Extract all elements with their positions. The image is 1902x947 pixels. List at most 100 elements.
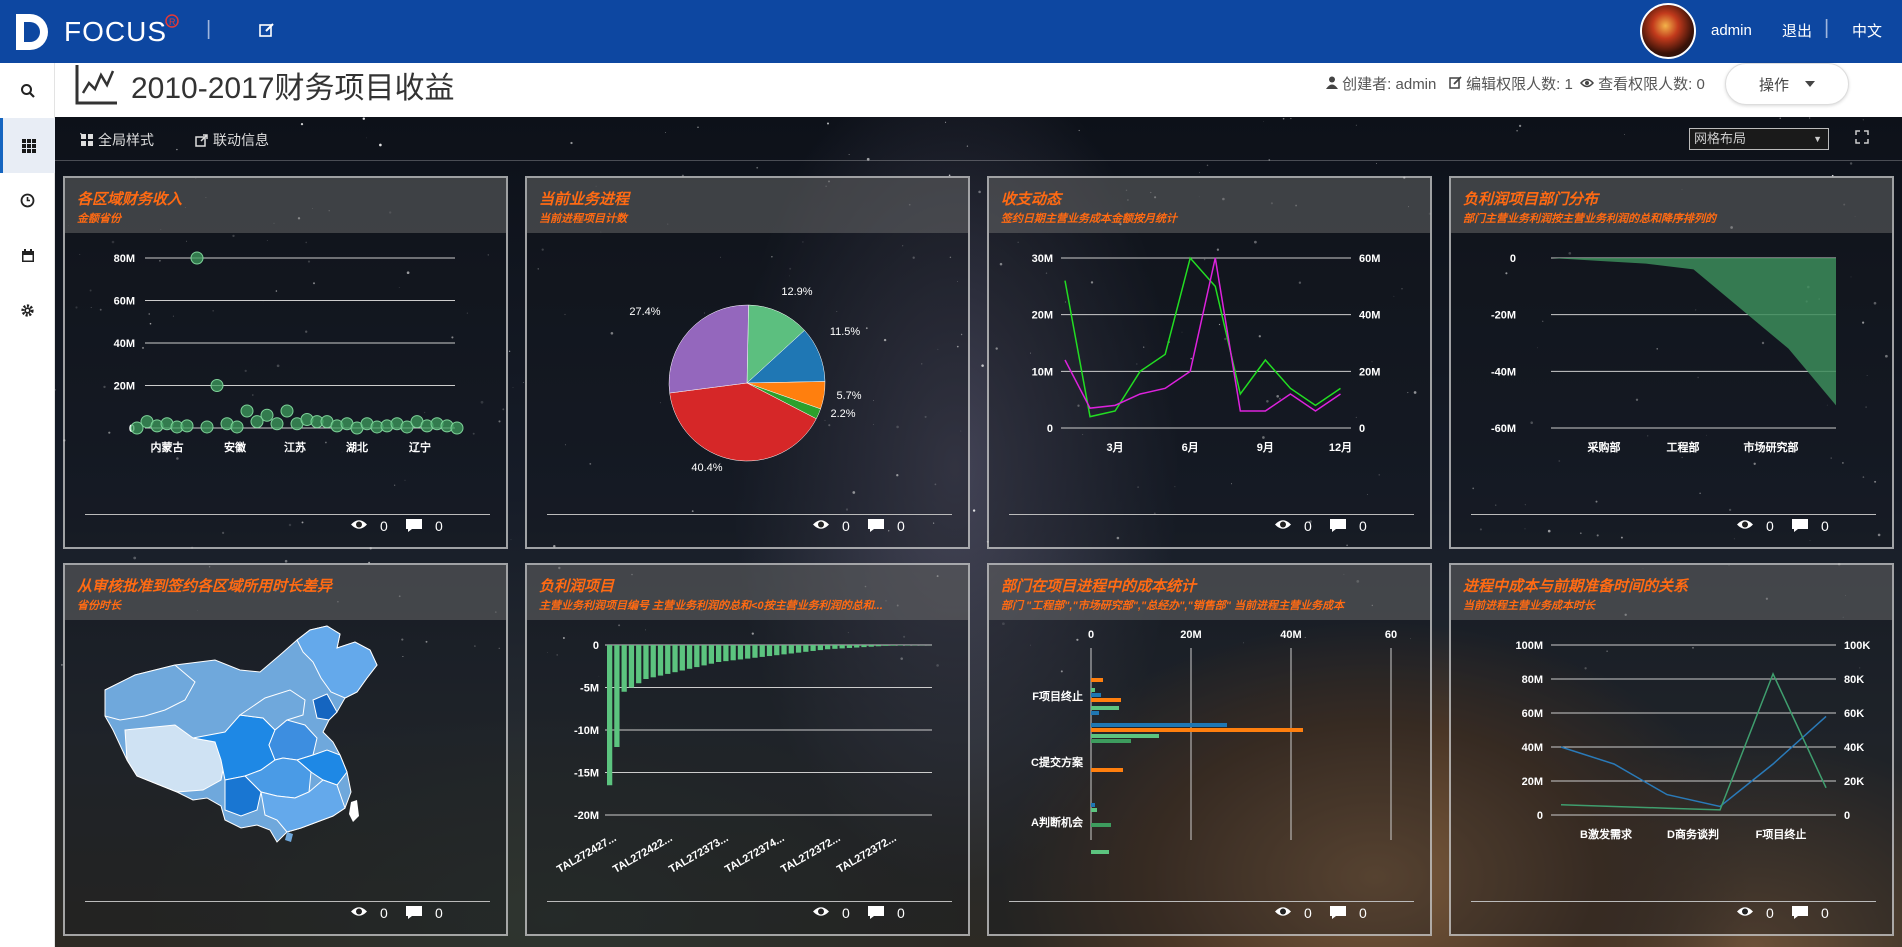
dropdown-arrow-icon: ▼ — [1813, 134, 1822, 144]
scatter-point — [190, 251, 204, 265]
user-icon — [1326, 76, 1338, 89]
comment-icon[interactable] — [405, 518, 423, 536]
comment-count: 0 — [1359, 905, 1367, 921]
card-business-progress[interactable]: 当前业务进程 当前进程项目计数 12.9% 11.5% 5.7% 2.2% 40.4% 2… — [525, 176, 970, 549]
card-regional-revenue[interactable]: 各区域财务收入 金额省份 020M40M60M80M内蒙古安徽江苏湖北辽宁 0 … — [63, 176, 508, 549]
card-region-duration-map[interactable]: 从审核批准到签约各区域所用时长差异 省份时长 0 0 — [63, 563, 508, 936]
grid-icon — [22, 138, 36, 153]
operations-button[interactable]: 操作 — [1725, 63, 1849, 105]
bar — [657, 645, 664, 676]
caret-down-icon — [1805, 81, 1815, 87]
bar — [897, 645, 903, 646]
y2-tick-label: 40M — [1359, 310, 1380, 322]
dual-axis-line-chart[interactable]: 0 0 20M 20K 40M 40K 60M 60K 80M 80K 100M 100K B激发需求 D… — [1451, 620, 1892, 900]
sidebar-item-calendar[interactable] — [0, 228, 55, 283]
china-map[interactable] — [65, 620, 506, 900]
fullscreen-icon[interactable] — [1855, 130, 1869, 149]
edit-icon[interactable] — [259, 22, 275, 43]
star — [1206, 164, 1209, 167]
y-tick-label: 80M — [1522, 674, 1543, 686]
top-navigation-bar: FOCUS R | admin 退出 | 中文 — [0, 0, 1902, 63]
view-count: 0 — [1304, 905, 1312, 921]
y-tick-label: -10M — [574, 725, 599, 737]
comment-icon[interactable] — [867, 905, 885, 923]
bar — [1091, 850, 1109, 854]
link-info-button[interactable]: 联动信息 — [195, 130, 269, 150]
gear-icon — [21, 304, 34, 317]
y-tick-label: 80M — [114, 253, 135, 265]
scatter-point — [200, 420, 214, 434]
y2-tick-label: 0 — [1844, 810, 1850, 822]
edit-icon — [1449, 76, 1462, 89]
card-cost-vs-prep-time[interactable]: 进程中成本与前期准备时间的关系 当前进程主营业务成本时长 0 0 20M 20K 40M… — [1449, 563, 1894, 936]
comment-icon[interactable] — [1791, 905, 1809, 923]
y-tick-label: 40M — [114, 338, 135, 350]
comment-icon[interactable] — [1329, 905, 1347, 923]
x-tick-label: 湖北 — [346, 440, 368, 454]
series-line — [1560, 715, 1827, 808]
search-icon — [20, 83, 35, 98]
bar — [846, 645, 853, 648]
card-department-cost[interactable]: 部门在项目进程中的成本统计 部门 "工程部","市场研究部","总经办","销售… — [987, 563, 1432, 936]
y-tick-label: F项目终止 — [1032, 689, 1083, 703]
bar — [679, 645, 685, 671]
sidebar-item-dashboard[interactable] — [0, 118, 55, 173]
pie-chart[interactable]: 12.9% 11.5% 5.7% 2.2% 40.4% 27.4% — [527, 233, 968, 513]
x-tick-label: 采购部 — [1587, 440, 1621, 454]
x-tick-label: D商务谈判 — [1667, 827, 1719, 841]
comment-icon[interactable] — [867, 518, 885, 536]
x-tick-label: B激发需求 — [1580, 827, 1633, 841]
sidebar-item-history[interactable] — [0, 173, 55, 228]
sidebar-item-settings[interactable] — [0, 283, 55, 338]
slice-label: 5.7% — [836, 390, 861, 402]
layout-select[interactable]: 网格布局 ▼ — [1689, 128, 1829, 150]
bar-chart[interactable]: 0 -5M -10M -15M -20M TAL272427...TAL272422...… — [527, 620, 968, 900]
bar — [1091, 693, 1101, 697]
card-title: 各区域财务收入 — [77, 191, 183, 208]
card-income-expense[interactable]: 收支动态 签约日期主营业务成本金额按月统计 0 0 10M 20M 20M 40M 30M 6… — [987, 176, 1432, 549]
card-footer-divider — [85, 514, 490, 515]
view-count: 0 — [1304, 518, 1312, 534]
card-footer-divider — [85, 901, 490, 902]
x-tick-label: 市场研究部 — [1744, 440, 1799, 454]
edit-permission-count: 编辑权限人数: 1 — [1449, 73, 1573, 94]
language-switch[interactable]: 中文 — [1852, 20, 1882, 41]
bar — [839, 645, 845, 649]
share-icon — [195, 133, 208, 147]
x-tick-label: 3月 — [1107, 441, 1124, 454]
global-style-button[interactable]: 全局样式 — [81, 130, 154, 150]
scatter-point — [210, 379, 224, 392]
y-tick-label: 0 — [1047, 423, 1053, 435]
line-chart[interactable]: 0 0 10M 20M 20M 40M 30M 60M 3月 6月 9月 12月 — [989, 233, 1430, 513]
card-footer-divider — [1471, 514, 1876, 515]
horizontal-bar-chart[interactable]: 0 20M 40M 60 F项目终止 C提交方案 A判断机会 — [989, 620, 1430, 900]
card-title: 收支动态 — [1001, 191, 1062, 208]
comment-count: 0 — [1821, 518, 1829, 534]
eye-icon — [812, 905, 830, 921]
bar — [766, 645, 773, 657]
user-avatar[interactable] — [1640, 3, 1696, 59]
slice-label: 40.4% — [691, 462, 722, 474]
card-title: 进程中成本与前期准备时间的关系 — [1463, 578, 1689, 595]
bar — [730, 645, 736, 661]
sidebar-item-search[interactable] — [0, 63, 55, 118]
app-logo[interactable]: FOCUS R — [12, 10, 179, 54]
card-footer-divider — [1009, 901, 1414, 902]
x-tick-label: TAL272427... — [555, 832, 619, 876]
comment-icon[interactable] — [1791, 518, 1809, 536]
area-chart[interactable]: 0 -20M -40M -60M 采购部 工程部 市场研究部 — [1451, 233, 1892, 513]
star — [978, 190, 981, 194]
logout-link[interactable]: 退出 — [1782, 20, 1812, 41]
card-footer-divider — [1471, 901, 1876, 902]
comment-count: 0 — [1821, 905, 1829, 921]
x-tick-label: 6月 — [1182, 441, 1199, 454]
y2-tick-label: 100K — [1844, 640, 1870, 652]
comment-icon[interactable] — [1329, 518, 1347, 536]
username[interactable]: admin — [1711, 22, 1752, 39]
scatter-chart[interactable]: 020M40M60M80M内蒙古安徽江苏湖北辽宁 — [65, 233, 506, 513]
comment-count: 0 — [435, 905, 443, 921]
card-loss-departments[interactable]: 负利润项目部门分布 部门主营业务利润按主营业务利润的总和降序排列的 0 -20M -… — [1449, 176, 1894, 549]
comment-icon[interactable] — [405, 905, 423, 923]
view-count: 0 — [1766, 518, 1774, 534]
card-loss-projects[interactable]: 负利润项目 主营业务利润项目编号 主营业务利润的总和<0按主营业务利润的总和..… — [525, 563, 970, 936]
